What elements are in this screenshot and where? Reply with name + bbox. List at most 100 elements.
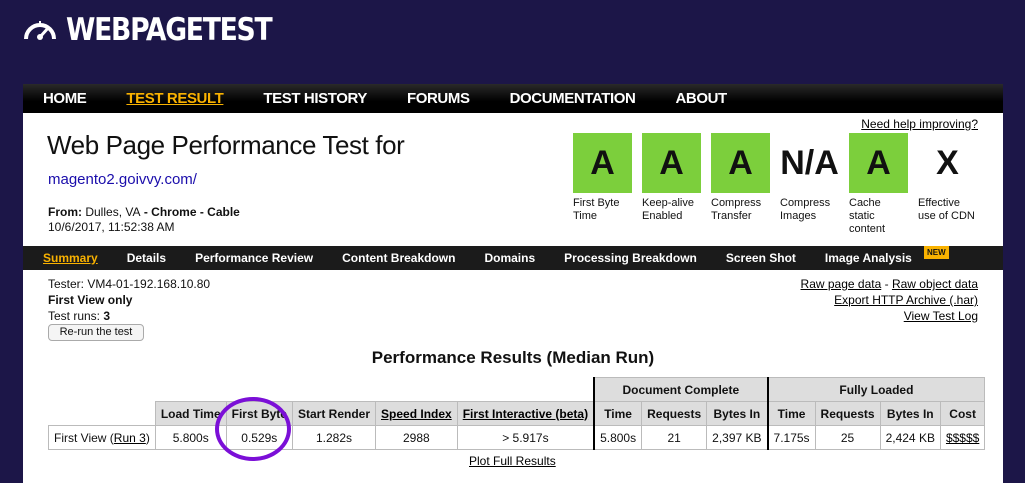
help-improving-link[interactable]: Need help improving? bbox=[861, 117, 978, 131]
page-title: Web Page Performance Test for bbox=[47, 130, 405, 160]
blank-cell bbox=[48, 377, 156, 402]
cell-speed-index: 2988 bbox=[375, 425, 458, 450]
blank-cell bbox=[155, 377, 595, 402]
grade-label: Keep-alive Enabled bbox=[642, 197, 694, 222]
cost-link[interactable]: $$$$$ bbox=[946, 431, 979, 445]
tab-performance-review[interactable]: Performance Review bbox=[195, 251, 313, 265]
cell-doc-time: 5.800s bbox=[593, 425, 643, 450]
col-start-render: Start Render bbox=[291, 401, 377, 426]
result-tabs: Summary Details Performance Review Conte… bbox=[23, 246, 1003, 270]
test-runs: Test runs: 3 bbox=[48, 308, 210, 324]
nav-test-history[interactable]: TEST HISTORY bbox=[263, 90, 367, 107]
col-cost: Cost bbox=[939, 401, 986, 426]
raw-object-data-link[interactable]: Raw object data bbox=[892, 277, 978, 291]
tab-details[interactable]: Details bbox=[127, 251, 166, 265]
grade-label: Cache static content bbox=[849, 197, 886, 235]
grade-strip: A First Byte Time A Keep-alive Enabled A… bbox=[573, 133, 977, 236]
view-test-log-link[interactable]: View Test Log bbox=[904, 309, 978, 323]
col-speed-index: Speed Index bbox=[375, 401, 458, 426]
grade-first-byte[interactable]: A First Byte Time bbox=[573, 133, 632, 236]
grade-value: X bbox=[936, 143, 959, 182]
logo-text: WEBPAGETEST bbox=[66, 12, 273, 48]
col-doc-time: Time bbox=[593, 401, 643, 426]
tab-domains[interactable]: Domains bbox=[484, 251, 535, 265]
document-complete-header: Document Complete bbox=[593, 377, 769, 402]
tab-processing-breakdown[interactable]: Processing Breakdown bbox=[564, 251, 697, 265]
cell-first-interactive: > 5.917s bbox=[456, 425, 595, 450]
cell-full-bytes: 2,424 KB bbox=[879, 425, 941, 450]
nav-home[interactable]: HOME bbox=[43, 90, 87, 107]
row-label: First View (Run 3) bbox=[48, 425, 156, 450]
test-location: From: Dulles, VA - Chrome - Cable bbox=[48, 205, 240, 219]
export-links: Raw page data - Raw object data Export H… bbox=[801, 276, 978, 324]
grade-value: A bbox=[642, 133, 701, 193]
grade-cache-static[interactable]: A Cache static content bbox=[849, 133, 908, 236]
from-label: From: bbox=[48, 205, 82, 219]
grade-keep-alive[interactable]: A Keep-alive Enabled bbox=[642, 133, 701, 236]
grade-compress-transfer[interactable]: A Compress Transfer bbox=[711, 133, 770, 236]
grade-value: A bbox=[573, 133, 632, 193]
rerun-button[interactable]: Re-run the test bbox=[48, 324, 144, 341]
grade-label: Compress Transfer bbox=[711, 197, 762, 222]
from-connection: Cable bbox=[207, 205, 240, 219]
from-sep-2: - bbox=[196, 205, 208, 219]
tab-image-analysis[interactable]: Image Analysis bbox=[825, 251, 912, 265]
runs-label: Test runs: bbox=[48, 309, 101, 323]
tab-summary[interactable]: Summary bbox=[43, 251, 98, 265]
grade-value: N/A bbox=[780, 143, 839, 182]
row-label-text: First View ( bbox=[54, 430, 114, 445]
row-label-end: ) bbox=[145, 430, 150, 445]
view-mode: First View only bbox=[48, 293, 133, 307]
cell-full-time: 7.175s bbox=[766, 425, 816, 450]
links-sep: - bbox=[881, 277, 892, 291]
plot-full-results-link[interactable]: Plot Full Results bbox=[469, 454, 556, 468]
tab-screen-shot[interactable]: Screen Shot bbox=[726, 251, 796, 265]
fully-loaded-header: Fully Loaded bbox=[766, 377, 986, 402]
test-date: 10/6/2017, 11:52:38 AM bbox=[48, 220, 175, 234]
grade-value: A bbox=[711, 133, 770, 193]
grade-label: Compress Images bbox=[780, 197, 831, 222]
raw-page-data-link[interactable]: Raw page data bbox=[801, 277, 882, 291]
col-first-interactive: First Interactive (beta) bbox=[456, 401, 595, 426]
results-panel: Need help improving? Web Page Performanc… bbox=[23, 113, 1003, 483]
speed-index-link[interactable]: Speed Index bbox=[381, 407, 452, 421]
from-location: Dulles, VA bbox=[85, 205, 141, 219]
cell-cost: $$$$$ bbox=[939, 425, 986, 450]
tested-url-link[interactable]: magento2.goivvy.com/ bbox=[48, 171, 197, 188]
col-full-requests: Requests bbox=[814, 401, 881, 426]
runs-value: 3 bbox=[103, 309, 111, 323]
grade-label: Effective use of CDN bbox=[918, 197, 975, 222]
nav-test-result[interactable]: TEST RESULT bbox=[126, 90, 223, 107]
grade-value: A bbox=[849, 133, 908, 193]
grade-cdn[interactable]: X Effective use of CDN bbox=[918, 133, 977, 236]
nav-documentation[interactable]: DOCUMENTATION bbox=[510, 90, 636, 107]
col-doc-requests: Requests bbox=[641, 401, 708, 426]
col-doc-bytes: Bytes In bbox=[706, 401, 769, 426]
tab-content-breakdown[interactable]: Content Breakdown bbox=[342, 251, 455, 265]
grade-label: First Byte Time bbox=[573, 197, 620, 222]
nav-about[interactable]: ABOUT bbox=[675, 90, 727, 107]
from-browser: Chrome bbox=[151, 205, 197, 219]
nav-forums[interactable]: FORUMS bbox=[407, 90, 470, 107]
table-row: First View (Run 3) 5.800s 0.529s 1.282s … bbox=[48, 425, 986, 450]
results-title: Performance Results (Median Run) bbox=[371, 348, 655, 367]
cell-start-render: 1.282s bbox=[291, 425, 377, 450]
results-table: Document Complete Fully Loaded Load Time… bbox=[48, 377, 986, 450]
cell-doc-requests: 21 bbox=[641, 425, 708, 450]
tester-line: Tester: VM4-01-192.168.10.80 bbox=[48, 277, 211, 291]
col-full-time: Time bbox=[766, 401, 816, 426]
col-full-bytes: Bytes In bbox=[879, 401, 941, 426]
webpagetest-logo[interactable]: WEBPAGETEST bbox=[22, 10, 305, 50]
tester-info: Tester: VM4-01-192.168.10.80 First View … bbox=[48, 276, 210, 324]
run-3-link[interactable]: Run 3 bbox=[114, 431, 146, 445]
new-badge: NEW bbox=[924, 246, 949, 259]
from-sep-1: - bbox=[140, 205, 152, 219]
first-interactive-link[interactable]: First Interactive (beta) bbox=[463, 407, 588, 421]
export-har-link[interactable]: Export HTTP Archive (.har) bbox=[834, 293, 978, 307]
grade-compress-images[interactable]: N/A Compress Images bbox=[780, 133, 839, 236]
blank-cell bbox=[48, 401, 156, 426]
highlight-circle bbox=[215, 397, 291, 461]
cell-full-requests: 25 bbox=[814, 425, 881, 450]
main-nav: HOME TEST RESULT TEST HISTORY FORUMS DOC… bbox=[23, 84, 1003, 113]
speedometer-icon bbox=[24, 21, 56, 40]
